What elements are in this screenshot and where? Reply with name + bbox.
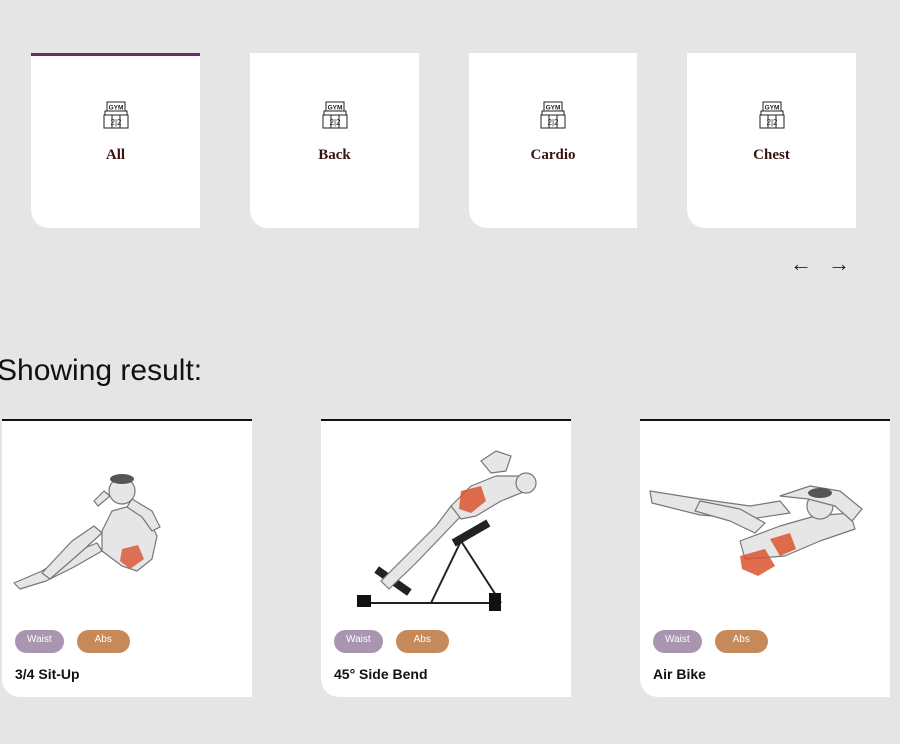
exercise-card[interactable]: Waist Abs 3/4 Sit-Up — [2, 419, 252, 697]
svg-text:GYM: GYM — [108, 105, 123, 112]
svg-text:GYM: GYM — [327, 105, 342, 112]
gym-icon: GYM 2|2 — [540, 101, 566, 129]
next-arrow-icon[interactable]: → — [828, 250, 850, 278]
svg-text:2|2: 2|2 — [548, 118, 560, 127]
category-card-back[interactable]: GYM 2|2 Back — [250, 53, 419, 228]
category-label: Cardio — [530, 147, 576, 163]
category-label: All — [105, 147, 126, 163]
category-card-chest[interactable]: GYM 2|2 Chest — [687, 53, 856, 228]
svg-text:GYM: GYM — [546, 105, 561, 112]
exercise-name: 45° Side Bend — [334, 666, 428, 682]
exercise-name: Air Bike — [653, 666, 706, 682]
exercise-illustration — [13, 474, 161, 590]
tag-waist: Waist — [653, 630, 702, 653]
exercise-card[interactable]: Waist Abs 45° Side Bend — [321, 419, 571, 697]
tag-waist: Waist — [334, 630, 383, 653]
tag-abs: Abs — [714, 630, 768, 653]
category-card-all[interactable]: GYM 2|2 All — [31, 53, 200, 228]
prev-arrow-icon[interactable]: ← — [790, 250, 812, 278]
exercise-card[interactable]: Waist Abs Air Bike — [640, 419, 890, 697]
svg-text:2|2: 2|2 — [329, 118, 341, 127]
gym-icon: GYM 2|2 — [103, 101, 128, 129]
tag-waist: Waist — [15, 630, 64, 653]
tag-abs: Abs — [76, 630, 130, 653]
svg-text:2|2: 2|2 — [110, 118, 122, 127]
category-card-cardio[interactable]: GYM 2|2 Cardio — [469, 53, 637, 228]
exercise-name: 3/4 Sit-Up — [15, 666, 80, 682]
gym-icon: GYM 2|2 — [759, 101, 784, 129]
svg-text:2|2: 2|2 — [766, 118, 778, 127]
category-label: Back — [318, 147, 351, 163]
tag-abs: Abs — [395, 630, 449, 653]
svg-text:GYM: GYM — [764, 105, 779, 112]
exercise-illustration — [649, 485, 863, 576]
category-label: Chest — [753, 147, 790, 163]
results-heading: Showing result: — [0, 354, 203, 387]
gym-icon: GYM 2|2 — [322, 101, 347, 129]
exercise-illustration — [357, 450, 537, 611]
